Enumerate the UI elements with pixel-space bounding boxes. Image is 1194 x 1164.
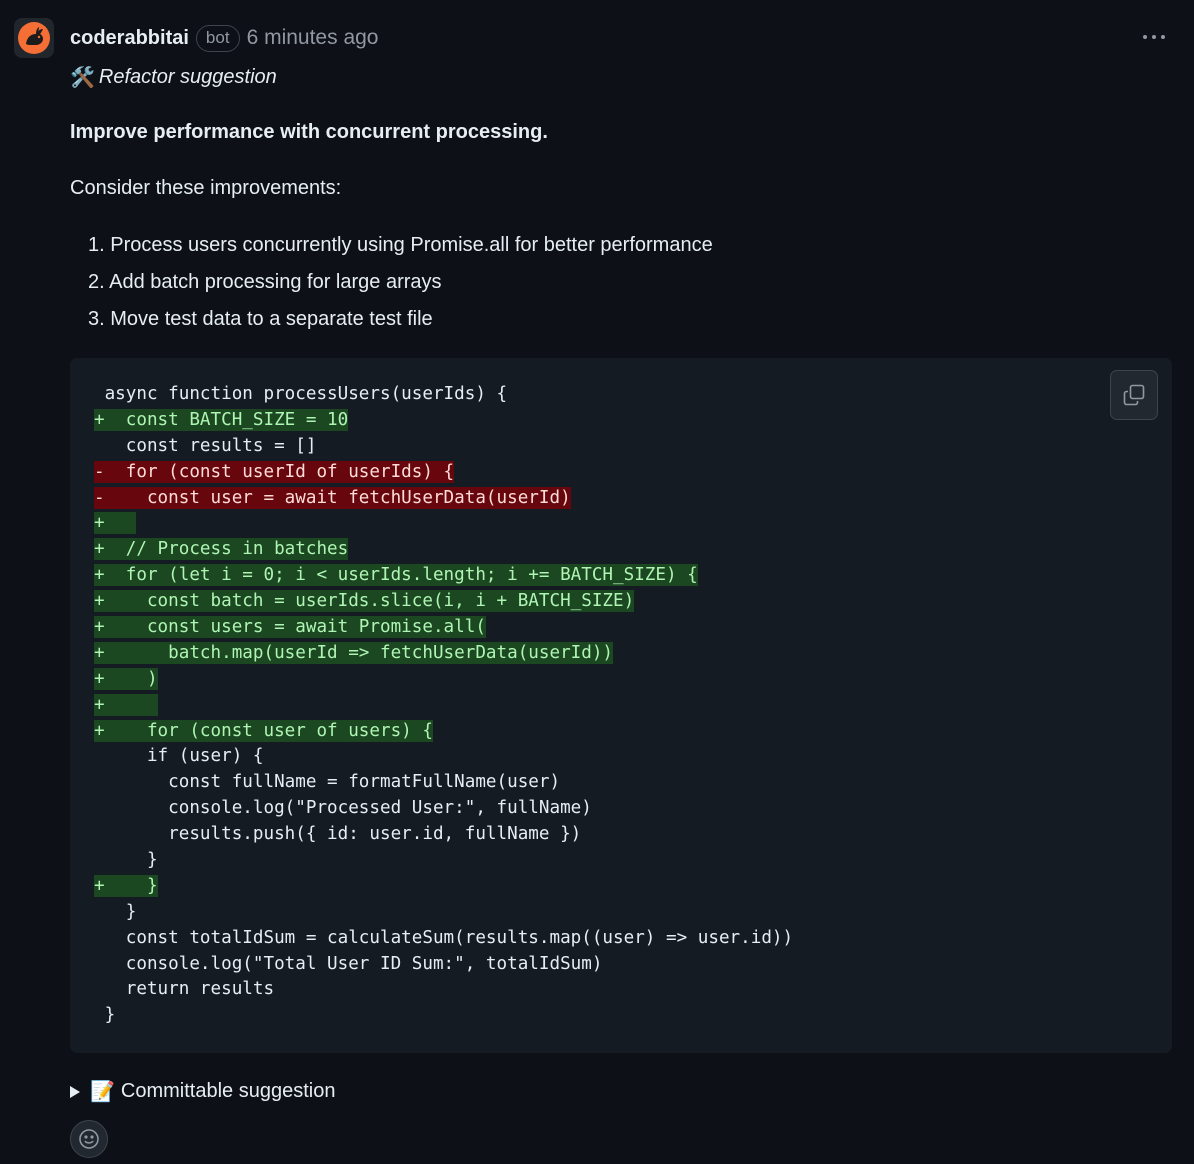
diff-line-added: +	[94, 692, 793, 718]
diff-line-context: results.push({ id: user.id, fullName })	[94, 821, 793, 847]
list-item: 2. Add batch processing for large arrays	[88, 271, 442, 293]
code-text: +	[94, 693, 158, 716]
committable-suggestion-toggle[interactable]: 📝 Committable suggestion	[70, 1079, 335, 1104]
diff-line-context: console.log("Processed User:", fullName)	[94, 795, 793, 821]
code-text: +	[94, 512, 137, 535]
diff-line-removed: - const user = await fetchUserData(userI…	[94, 485, 793, 511]
code-text: + for (const user of users) {	[94, 719, 433, 742]
diff-line-added: + }	[94, 873, 793, 899]
memo-icon: 📝	[90, 1081, 115, 1103]
code-text: }	[94, 850, 158, 871]
code-text: + const users = await Promise.all(	[94, 616, 486, 639]
code-text: const totalIdSum = calculateSum(results.…	[94, 927, 794, 948]
diff-line-context: const fullName = formatFullName(user)	[94, 769, 793, 795]
list-item: 3. Move test data to a separate test fil…	[88, 308, 433, 330]
code-text: console.log("Total User ID Sum:", totalI…	[94, 953, 603, 974]
diff-line-added: + // Process in batches	[94, 536, 793, 562]
code-text: + batch.map(userId => fetchUserData(user…	[94, 641, 614, 664]
code-text: + for (let i = 0; i < userIds.length; i …	[94, 564, 698, 587]
rabbit-logo-icon	[18, 22, 50, 54]
code-text: + const batch = userIds.slice(i, i + BAT…	[94, 590, 635, 613]
code-text: - for (const userId of userIds) {	[94, 460, 455, 483]
diff-line-added: + const users = await Promise.all(	[94, 614, 793, 640]
committable-label: Committable suggestion	[120, 1080, 336, 1102]
diff-line-added: + for (let i = 0; i < userIds.length; i …	[94, 562, 793, 588]
diff-line-added: + for (const user of users) {	[94, 718, 793, 744]
code-text: const fullName = formatFullName(user)	[94, 772, 561, 793]
review-comment: coderabbitai bot 6 minutes ago 🛠️ Refact…	[0, 0, 1194, 1164]
diff-line-removed: - for (const userId of userIds) {	[94, 459, 793, 485]
code-text: return results	[94, 979, 275, 1000]
refactor-text: Refactor suggestion	[98, 66, 277, 88]
code-text: + }	[94, 874, 158, 897]
improvements-list: 1. Process users concurrently using Prom…	[88, 232, 713, 343]
suggestion-headline: Improve performance with concurrent proc…	[70, 121, 548, 143]
code-text: }	[94, 1005, 116, 1026]
caret-right-icon	[70, 1085, 80, 1098]
diff-code[interactable]: async function processUsers(userIds) { + …	[94, 381, 793, 1028]
code-text: console.log("Processed User:", fullName)	[94, 798, 592, 819]
copy-icon	[1123, 384, 1145, 406]
avatar[interactable]	[14, 18, 54, 58]
diff-line-context: }	[94, 847, 793, 873]
kebab-icon-dot	[1161, 35, 1165, 39]
kebab-icon	[1143, 35, 1147, 39]
add-reaction-button[interactable]	[70, 1120, 108, 1158]
diff-line-context: const results = []	[94, 433, 793, 459]
diff-line-context: const totalIdSum = calculateSum(results.…	[94, 925, 793, 951]
intro-text: Consider these improvements:	[70, 177, 342, 199]
diff-line-context: }	[94, 899, 793, 925]
code-text: + // Process in batches	[94, 538, 349, 561]
smiley-icon	[79, 1129, 99, 1149]
diff-line-added: + const BATCH_SIZE = 10	[94, 407, 793, 433]
hammer-wrench-icon: 🛠️	[70, 67, 95, 89]
timestamp[interactable]: 6 minutes ago	[247, 26, 379, 50]
refactor-label: 🛠️ Refactor suggestion	[70, 65, 277, 90]
diff-line-added: + )	[94, 666, 793, 692]
copy-button[interactable]	[1110, 370, 1158, 420]
code-text: }	[94, 901, 137, 922]
diff-line-context: }	[94, 1002, 793, 1028]
code-text: async function processUsers(userIds) {	[94, 384, 508, 404]
diff-line-context: return results	[94, 976, 793, 1002]
diff-line-added: + batch.map(userId => fetchUserData(user…	[94, 640, 793, 666]
diff-line-context: async function processUsers(userIds) {	[94, 381, 793, 407]
code-text: + const BATCH_SIZE = 10	[94, 408, 349, 431]
code-text: results.push({ id: user.id, fullName })	[94, 824, 582, 845]
comment-header: coderabbitai bot 6 minutes ago	[70, 24, 378, 52]
kebab-icon-dot	[1152, 35, 1156, 39]
code-text: if (user) {	[94, 746, 264, 767]
code-text: const results = []	[94, 435, 317, 456]
diff-line-added: + const batch = userIds.slice(i, i + BAT…	[94, 588, 793, 614]
diff-line-added: +	[94, 510, 793, 536]
list-item: 1. Process users concurrently using Prom…	[88, 234, 713, 256]
diff-line-context: if (user) {	[94, 743, 793, 769]
code-text: + )	[94, 667, 158, 690]
diff-line-context: console.log("Total User ID Sum:", totalI…	[94, 951, 793, 977]
more-options-button[interactable]	[1138, 24, 1170, 50]
author-name[interactable]: coderabbitai	[70, 27, 189, 50]
bot-badge: bot	[195, 24, 240, 52]
code-text: - const user = await fetchUserData(userI…	[94, 486, 571, 509]
